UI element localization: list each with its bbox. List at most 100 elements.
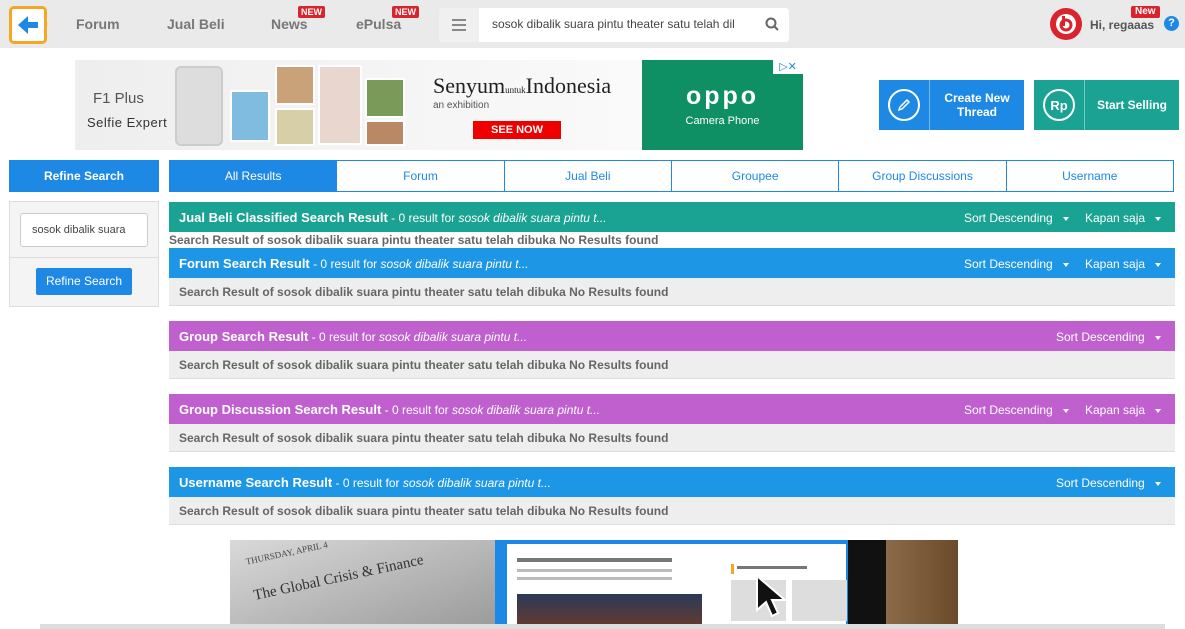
tab-jual-beli[interactable]: Jual Beli bbox=[504, 160, 672, 192]
sort-label: Sort Descending bbox=[964, 211, 1053, 225]
top-nav: Forum Jual Beli News NEW ePulsa NEW soso… bbox=[0, 0, 1185, 48]
user-greeting[interactable]: Hi, regaaas bbox=[1090, 18, 1154, 32]
nav-forum[interactable]: Forum bbox=[76, 16, 120, 32]
headline-part-3: Indonesia bbox=[525, 73, 612, 98]
text-line bbox=[517, 577, 672, 580]
see-now-button[interactable]: SEE NOW bbox=[473, 121, 561, 139]
result-count: - 0 result for bbox=[387, 211, 459, 225]
search-input[interactable]: sosok dibalik suara pintu theater satu t… bbox=[492, 17, 737, 31]
phone-image bbox=[175, 66, 223, 146]
photo-thumb bbox=[365, 120, 405, 146]
section-body-username: Search Result of sosok dibalik suara pin… bbox=[169, 497, 1175, 525]
result-count: - 0 result for bbox=[309, 257, 381, 271]
time-dropdown[interactable]: Kapan saja bbox=[1085, 257, 1162, 271]
search-icon[interactable] bbox=[765, 17, 779, 36]
section-header-group: Group Search Result - 0 result for sosok… bbox=[169, 321, 1175, 351]
photo-thumb bbox=[230, 90, 270, 142]
start-selling-button[interactable]: Rp Start Selling bbox=[1034, 80, 1179, 130]
caret-down-icon bbox=[1062, 408, 1069, 413]
sort-label: Sort Descending bbox=[1056, 476, 1145, 490]
accent-mark bbox=[731, 564, 734, 574]
nav-epulsa[interactable]: ePulsa bbox=[356, 16, 401, 32]
ad-choices-icon[interactable]: ▷✕ bbox=[773, 60, 803, 74]
sort-label: Sort Descending bbox=[1056, 330, 1145, 344]
kaskus-logo[interactable] bbox=[9, 6, 47, 44]
section-title-text: Jual Beli Classified Search Result bbox=[179, 210, 388, 225]
banner-ad[interactable]: F1 Plus Selfie Expert SenyumuntukIndones… bbox=[75, 60, 803, 150]
text-line bbox=[737, 566, 807, 569]
banner-left-panel: F1 Plus Selfie Expert SenyumuntukIndones… bbox=[75, 60, 642, 150]
create-thread-button[interactable]: Create New Thread bbox=[879, 80, 1024, 130]
banner-tagline: Selfie Expert bbox=[87, 115, 168, 130]
tablet-edge bbox=[848, 540, 886, 629]
oppo-logo: oppo bbox=[685, 82, 760, 110]
section-header-forum: Forum Search Result - 0 result for sosok… bbox=[169, 248, 1175, 278]
result-tabs: All Results Forum Jual Beli Groupee Grou… bbox=[169, 160, 1174, 192]
photo-thumb bbox=[318, 65, 362, 145]
caret-down-icon bbox=[1155, 216, 1162, 221]
sort-dropdown[interactable]: Sort Descending bbox=[1056, 330, 1161, 344]
section-body-group-discussion: Search Result of sosok dibalik suara pin… bbox=[169, 424, 1175, 452]
section-body-group: Search Result of sosok dibalik suara pin… bbox=[169, 351, 1175, 379]
sort-dropdown[interactable]: Sort Descending bbox=[964, 403, 1069, 417]
user-avatar[interactable] bbox=[1050, 8, 1082, 40]
epulsa-new-badge: NEW bbox=[392, 6, 419, 18]
tab-groupee[interactable]: Groupee bbox=[671, 160, 840, 192]
tab-forum[interactable]: Forum bbox=[337, 160, 505, 192]
sort-dropdown[interactable]: Sort Descending bbox=[1056, 476, 1161, 490]
section-title: Username Search Result - 0 result for so… bbox=[179, 475, 551, 490]
nav-jual-beli[interactable]: Jual Beli bbox=[167, 16, 225, 32]
section-title-text: Forum Search Result bbox=[179, 256, 310, 271]
divider bbox=[10, 257, 158, 258]
sort-label: Sort Descending bbox=[964, 403, 1053, 417]
banner-headline: SenyumuntukIndonesia bbox=[433, 73, 611, 99]
refine-search-title: Refine Search bbox=[9, 160, 159, 192]
text-line bbox=[517, 569, 672, 572]
newspaper-date: THURSDAY, APRIL 4 bbox=[244, 540, 329, 567]
newspaper-image: THURSDAY, APRIL 4 The Global Crisis & Fi… bbox=[230, 540, 495, 629]
time-dropdown[interactable]: Kapan saja bbox=[1085, 403, 1162, 417]
cursor-icon bbox=[756, 574, 788, 618]
newspaper-headline: The Global Crisis & Finance bbox=[252, 552, 425, 604]
headline-part-1: Senyum bbox=[433, 73, 506, 98]
headline-part-2: untuk bbox=[505, 85, 526, 95]
pencil-icon bbox=[879, 80, 930, 130]
result-count: - 0 result for bbox=[308, 330, 379, 344]
sort-label: Sort Descending bbox=[964, 257, 1053, 271]
section-title-text: Group Discussion Search Result bbox=[179, 402, 382, 417]
oppo-subtitle: Camera Phone bbox=[685, 115, 760, 127]
create-thread-label: Create New Thread bbox=[944, 91, 1010, 119]
hamburger-menu-icon[interactable] bbox=[439, 8, 479, 42]
help-icon[interactable]: ? bbox=[1164, 16, 1179, 31]
result-count: - 0 result for bbox=[332, 476, 403, 490]
banner-subline: an exhibition bbox=[433, 100, 490, 111]
caret-down-icon bbox=[1155, 408, 1162, 413]
tab-username[interactable]: Username bbox=[1006, 160, 1174, 192]
tab-group-discussions[interactable]: Group Discussions bbox=[839, 160, 1007, 192]
photo-thumb bbox=[275, 108, 315, 146]
bottom-ad[interactable]: THURSDAY, APRIL 4 The Global Crisis & Fi… bbox=[230, 540, 958, 629]
section-body-jual-beli: Search Result of sosok dibalik suara pin… bbox=[169, 233, 659, 247]
section-header-username: Username Search Result - 0 result for so… bbox=[169, 467, 1175, 497]
start-selling-label: Start Selling bbox=[1096, 98, 1167, 112]
time-label: Kapan saja bbox=[1085, 211, 1146, 225]
time-label: Kapan saja bbox=[1085, 257, 1146, 271]
tab-all-results[interactable]: All Results bbox=[169, 160, 338, 192]
rupiah-icon: Rp bbox=[1034, 80, 1085, 130]
laptop-screen-image bbox=[495, 540, 848, 629]
placeholder-box bbox=[792, 580, 847, 621]
photo-thumb bbox=[365, 78, 405, 118]
sort-dropdown[interactable]: Sort Descending bbox=[964, 257, 1069, 271]
news-new-badge: NEW bbox=[298, 6, 325, 18]
text-line bbox=[517, 558, 672, 562]
sort-dropdown[interactable]: Sort Descending bbox=[964, 211, 1069, 225]
wood-texture bbox=[886, 540, 958, 629]
refine-search-button[interactable]: Refine Search bbox=[36, 268, 132, 295]
nav-news[interactable]: News bbox=[271, 16, 308, 32]
result-query: sosok dibalik suara pintu t... bbox=[458, 211, 607, 225]
refine-search-input[interactable]: sosok dibalik suara bbox=[20, 213, 148, 247]
time-dropdown[interactable]: Kapan saja bbox=[1085, 211, 1162, 225]
result-count: - 0 result for bbox=[381, 403, 452, 417]
refine-search-panel: sosok dibalik suara Refine Search bbox=[9, 201, 159, 307]
caret-down-icon bbox=[1154, 481, 1161, 486]
